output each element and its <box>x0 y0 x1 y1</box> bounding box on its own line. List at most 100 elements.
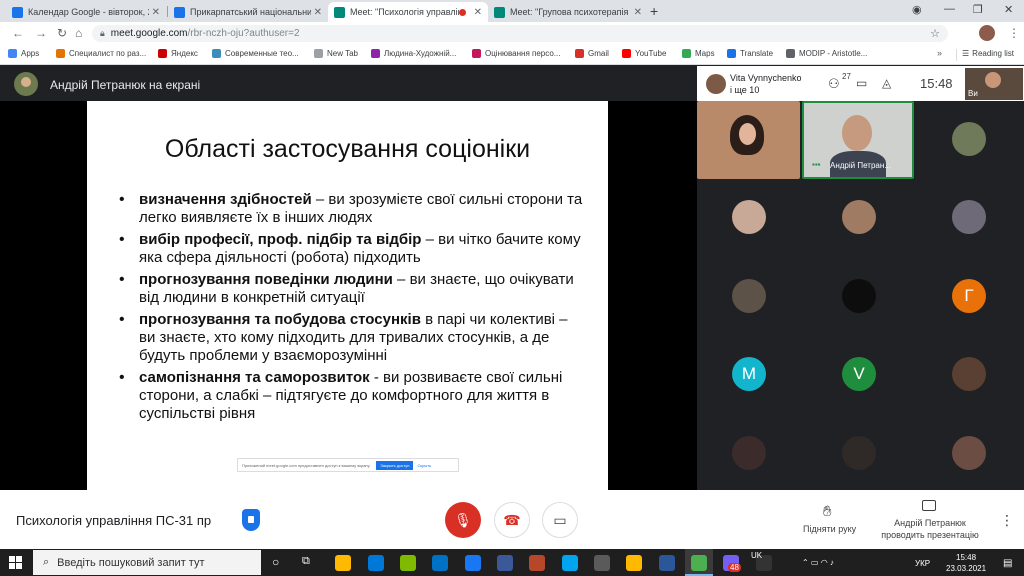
facebook-icon[interactable] <box>497 555 513 571</box>
participant-letter-avatar[interactable]: M <box>732 357 766 391</box>
bookmark-apps[interactable]: Apps <box>8 49 39 58</box>
mic-off-icon: 🎙︎ <box>454 511 472 528</box>
reading-list-button[interactable]: ☰ Reading list <box>962 49 1014 58</box>
bookmark-maps[interactable]: Maps <box>682 49 715 58</box>
bookmarks-overflow-icon[interactable]: » <box>937 48 942 58</box>
home-icon[interactable]: ⌂ <box>75 26 82 40</box>
notifications-icon[interactable]: ▤ <box>1003 558 1012 569</box>
stop-sharing-button[interactable]: Закрыть доступ <box>376 460 414 470</box>
presenter-status[interactable]: Андрій Петранюк проводить презентацію <box>880 517 980 541</box>
restore-icon[interactable]: ❐ <box>973 3 983 16</box>
participant-avatar[interactable] <box>952 200 986 234</box>
url-host: meet.google.com <box>110 28 188 39</box>
gmail-icon <box>575 49 584 58</box>
bookmark-item[interactable]: Яндекс <box>158 49 198 58</box>
language-indicator-top: UK <box>751 551 763 560</box>
taskbar-clock[interactable]: 15:48 23.03.2021 <box>946 552 986 574</box>
calendar-icon <box>12 6 23 18</box>
camera-toggle-button[interactable]: ▭ <box>542 502 578 538</box>
bookmark-item[interactable]: Специалист по раз... <box>56 49 146 58</box>
clock-date: 23.03.2021 <box>946 564 987 573</box>
profile-avatar[interactable] <box>979 25 995 41</box>
app-icon[interactable] <box>529 555 545 571</box>
close-icon[interactable]: ✕ <box>152 7 160 18</box>
participant-avatar[interactable] <box>842 200 876 234</box>
language-indicator[interactable]: УКР <box>915 559 930 568</box>
microphone-muted-button[interactable]: 🎙︎ <box>445 502 481 538</box>
participant-avatar[interactable] <box>732 200 766 234</box>
tab-google-calendar[interactable]: Календар Google - вівторок, 23 ✕ <box>6 2 166 22</box>
chrome-icon[interactable] <box>691 555 707 571</box>
forward-icon[interactable]: → <box>35 26 47 40</box>
bookmark-youtube[interactable]: YouTube <box>622 49 666 58</box>
more-options-icon[interactable]: ⋮ <box>1000 512 1014 529</box>
minimize-icon[interactable]: — <box>944 3 955 15</box>
host-controls-shield-icon[interactable] <box>242 509 260 531</box>
bookmark-item[interactable]: Людина-Художній... <box>371 49 456 58</box>
people-count: 27 <box>842 72 851 81</box>
bookmark-item[interactable]: Оцінювання персо... <box>472 49 560 58</box>
participant-video-tile[interactable] <box>697 101 800 179</box>
window-close-icon[interactable]: ✕ <box>1004 3 1013 16</box>
store-icon[interactable] <box>400 555 416 571</box>
self-view-tile[interactable]: Ви <box>965 68 1023 100</box>
bookmark-star-icon[interactable]: ☆ <box>930 27 940 40</box>
address-bar[interactable]: 🔒︎ meet.google.com /rbr-nczh-oju?authuse… <box>92 25 948 42</box>
close-icon[interactable]: ✕ <box>634 7 642 18</box>
browser-menu-icon[interactable]: ⋮ <box>1008 26 1020 40</box>
participant-avatar[interactable] <box>952 357 986 391</box>
hide-notice-link[interactable]: Скрыть <box>417 463 431 468</box>
bookmark-favicon <box>158 49 167 58</box>
close-icon[interactable]: ✕ <box>474 7 482 18</box>
participant-letter-avatar[interactable]: V <box>842 357 876 391</box>
speaker-name-label: Андрій Петран... <box>830 161 891 170</box>
activities-icon[interactable]: ◬ <box>882 76 891 90</box>
meeting-clock: 15:48 <box>920 76 953 91</box>
reload-icon[interactable]: ↻ <box>57 26 67 40</box>
app-icon[interactable] <box>594 555 610 571</box>
meet-icon <box>334 6 345 18</box>
clock-time: 15:48 <box>956 553 977 562</box>
participant-avatar[interactable] <box>732 436 766 470</box>
present-screen-icon[interactable] <box>922 500 936 511</box>
task-view-icon[interactable]: ⧉ <box>302 555 310 568</box>
people-icon[interactable]: ⚇ <box>828 76 840 92</box>
participant-avatar[interactable] <box>732 279 766 313</box>
participant-letter-avatar[interactable]: Г <box>952 279 986 313</box>
word-icon[interactable] <box>659 555 675 571</box>
taskbar-search-input[interactable]: ⌕ Введіть пошуковий запит тут <box>33 550 261 575</box>
close-icon[interactable]: ✕ <box>314 7 322 18</box>
raise-hand-button[interactable]: Підняти руку <box>803 524 856 534</box>
slide-bullet: прогнозування та побудова стосунків в па… <box>117 311 587 365</box>
back-icon[interactable]: ← <box>12 26 24 40</box>
skype-icon[interactable] <box>562 555 578 571</box>
folder-icon[interactable] <box>626 555 642 571</box>
lock-icon[interactable]: 🔒︎ <box>100 28 105 39</box>
tab-meet-group[interactable]: Meet: "Групова психотерапія П( ✕ <box>488 2 648 22</box>
tab-meet-active[interactable]: Meet: "Психологія управлін ✕ <box>328 2 488 22</box>
participant-avatar[interactable] <box>952 436 986 470</box>
tab-search-icon[interactable]: ◉ <box>912 3 922 16</box>
edge-icon[interactable] <box>368 555 384 571</box>
bookmark-item[interactable]: MODIP - Aristotle... <box>786 49 867 58</box>
bookmark-item[interactable]: New Tab <box>314 49 358 58</box>
participant-avatar[interactable] <box>952 122 986 156</box>
leave-call-button[interactable]: ☎︎ <box>494 502 530 538</box>
bookmark-item[interactable]: Современные тео... <box>212 49 299 58</box>
tab-university[interactable]: Прикарпатський національний ✕ <box>168 2 328 22</box>
raise-hand-icon[interactable]: ✋︎ <box>823 503 832 520</box>
chat-icon[interactable]: ▭ <box>856 76 867 90</box>
messenger-icon[interactable] <box>465 555 481 571</box>
mail-icon[interactable] <box>432 555 448 571</box>
file-explorer-icon[interactable] <box>335 555 351 571</box>
new-tab-button[interactable]: + <box>650 3 658 19</box>
bookmark-translate[interactable]: Translate <box>727 49 773 58</box>
bookmark-gmail[interactable]: Gmail <box>575 49 609 58</box>
cortana-icon[interactable]: ○ <box>272 555 279 569</box>
participant-avatar[interactable] <box>842 436 876 470</box>
tray-icons[interactable]: ⌃ ▭ ◠ ♪ <box>802 558 834 567</box>
windows-start-icon[interactable] <box>9 556 22 569</box>
hangup-icon: ☎︎ <box>503 511 521 528</box>
meeting-title[interactable]: Психологія управління ПС-31 пр <box>16 513 211 528</box>
participant-avatar[interactable] <box>842 279 876 313</box>
